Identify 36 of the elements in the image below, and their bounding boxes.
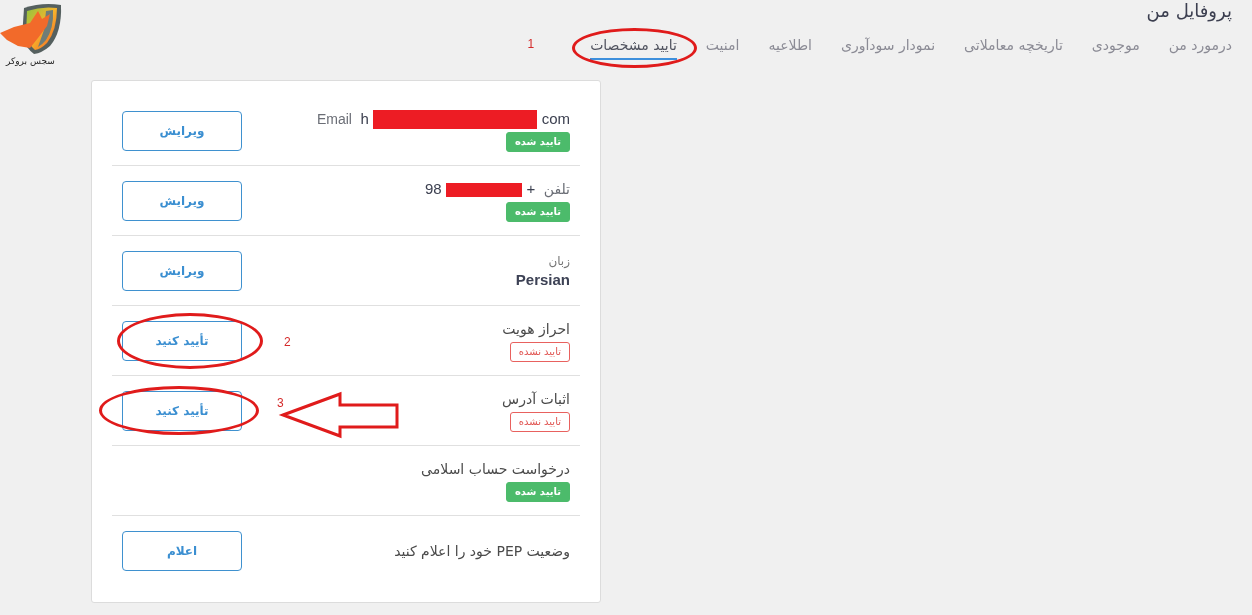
field-value: + xyxy=(526,180,536,197)
tab[interactable]: اطلاعیه xyxy=(768,36,812,60)
action-button[interactable]: تأیید کنید xyxy=(122,390,242,431)
annotation-number: 3 xyxy=(277,395,284,410)
tab[interactable]: درمورد من xyxy=(1168,36,1232,60)
item-title: اثبات آدرس xyxy=(502,390,570,409)
action-button[interactable]: ویرایش xyxy=(122,250,242,291)
shield-logo-icon xyxy=(0,2,62,54)
status-badge: تایید نشده xyxy=(509,342,570,362)
field-value: 98 xyxy=(424,180,442,197)
action-button[interactable]: ویرایش xyxy=(122,110,242,151)
action-button[interactable]: تأیید کنید xyxy=(122,320,242,361)
item-title: احراز هویت xyxy=(502,320,570,339)
tab[interactable]: موجودی xyxy=(1091,36,1140,60)
status-badge: تایید نشده xyxy=(509,412,570,432)
field-value: com xyxy=(541,109,570,127)
tab[interactable]: تاریخچه معاملاتی xyxy=(964,36,1063,60)
action-button[interactable]: اعلام xyxy=(122,531,242,571)
status-badge: تایید شده xyxy=(505,202,570,222)
field-label: زبان xyxy=(548,252,570,270)
status-badge: تایید شده xyxy=(505,132,570,153)
tab[interactable]: تایید مشخصات xyxy=(590,36,677,60)
tab[interactable]: امنیت xyxy=(705,36,740,60)
page-title: پروفایل من xyxy=(1146,0,1232,22)
annotation-number: 1 xyxy=(527,37,535,51)
tab[interactable]: نمودار سودآوری xyxy=(840,36,936,60)
field-label: تلفن xyxy=(543,181,570,197)
item-title: درخواست حساب اسلامی xyxy=(421,460,570,479)
field-label: Email xyxy=(316,110,352,127)
item-title: وضعیت PEP خود را اعلام کنید xyxy=(394,542,570,561)
field-value: Persian xyxy=(515,269,570,289)
status-badge: تایید شده xyxy=(505,482,570,502)
annotation-number: 2 xyxy=(284,334,291,349)
action-button[interactable]: ویرایش xyxy=(122,180,242,221)
field-value: h xyxy=(360,109,369,127)
logo-text: سجس بروکر xyxy=(6,56,55,67)
